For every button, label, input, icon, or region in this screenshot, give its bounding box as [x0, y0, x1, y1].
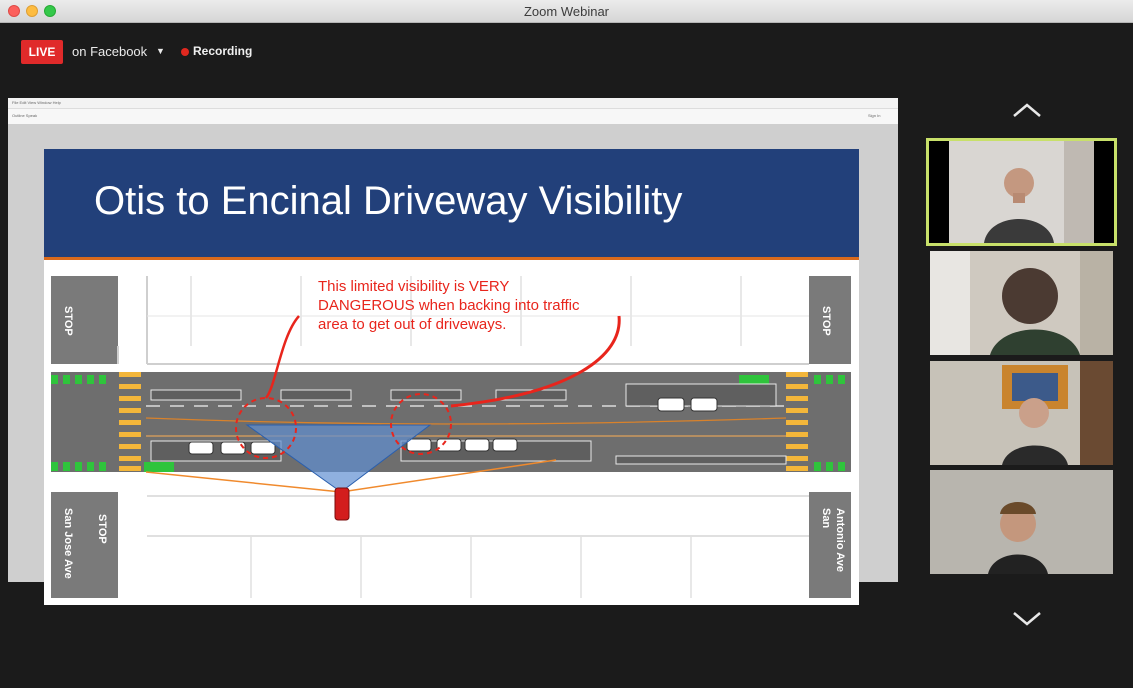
street-diagram: This limited visibility is VERY DANGEROU… — [51, 276, 851, 598]
annotation-line-1: This limited visibility is VERY — [318, 278, 509, 295]
video-tile-active-speaker[interactable] — [926, 138, 1117, 246]
window-title: Zoom Webinar — [523, 4, 609, 19]
scroll-down-button[interactable] — [1010, 608, 1044, 628]
stop-label-top-right: STOP — [820, 306, 832, 336]
annotation-line-3: area to get out of driveways. — [318, 316, 506, 333]
left-street-label: San Jose Ave — [62, 508, 74, 579]
video-feed-2 — [930, 251, 1113, 355]
chevron-down-icon — [1013, 612, 1041, 626]
video-tile-participant-3[interactable] — [930, 361, 1113, 465]
right-street-label-2: Antonio Ave — [834, 508, 846, 572]
recording-dot-icon — [181, 48, 189, 56]
stop-label: STOP — [96, 514, 108, 544]
slide-title: Otis to Encinal Driveway Visibility — [94, 179, 683, 223]
shared-app-toolbar: Outline Speak Sign In — [8, 109, 898, 125]
video-tile-participant-2[interactable] — [930, 251, 1113, 355]
video-feed-4 — [930, 470, 1113, 574]
video-tile-participant-4[interactable] — [930, 470, 1113, 574]
caret-down-icon[interactable]: ▼ — [156, 46, 165, 56]
chevron-up-icon — [1013, 103, 1041, 117]
live-badge[interactable]: LIVE — [21, 40, 63, 64]
recording-status[interactable]: Recording — [193, 44, 252, 58]
video-feed-1 — [949, 141, 1094, 243]
slide-title-banner: Otis to Encinal Driveway Visibility — [44, 149, 859, 260]
scroll-up-button[interactable] — [1010, 100, 1044, 120]
shared-app-menu: File Edit View Window Help — [12, 100, 61, 105]
shared-app-tools: Outline Speak — [12, 113, 38, 118]
video-feed-3 — [930, 361, 1113, 465]
annotation-line-2: DANGEROUS when backing into traffic — [318, 297, 580, 314]
right-street-label-1: San — [820, 508, 832, 528]
stop-label-top-left: STOP — [62, 306, 74, 336]
presentation-slide: Otis to Encinal Driveway Visibility This… — [44, 149, 859, 605]
shared-app-menubar: File Edit View Window Help — [8, 98, 898, 109]
window-titlebar: Zoom Webinar — [0, 0, 1133, 23]
shared-app-sign-in: Sign In — [868, 113, 881, 118]
stream-target-dropdown[interactable]: on Facebook — [72, 44, 147, 59]
